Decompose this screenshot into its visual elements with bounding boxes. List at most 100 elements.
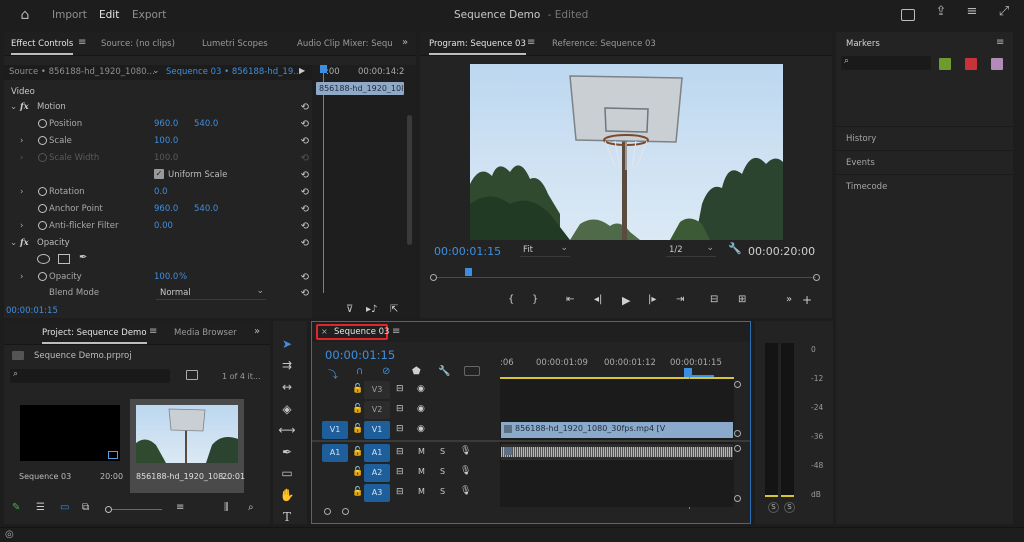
marker-color-green[interactable] — [939, 58, 951, 70]
track-target-a2[interactable]: A2 — [364, 464, 390, 482]
tab-edit[interactable]: Edit — [99, 9, 119, 21]
zoom-slider[interactable] — [105, 506, 162, 513]
resolution-select[interactable]: 1/2 ⌄ — [666, 243, 716, 257]
stopwatch-icon[interactable] — [38, 187, 47, 196]
expand-caret-icon[interactable]: ⌄ — [10, 102, 17, 112]
timeline-playhead[interactable] — [684, 368, 692, 377]
sequence-tab[interactable]: × Sequence 03 — [316, 324, 389, 340]
overflow-chevron-icon[interactable]: » — [254, 327, 260, 337]
find-icon[interactable] — [186, 370, 198, 380]
hand-tool-icon[interactable]: ✋ — [278, 486, 296, 504]
stopwatch-icon[interactable] — [38, 119, 47, 128]
fx-icon[interactable]: fx — [20, 102, 29, 112]
solo-right-button[interactable]: S — [784, 502, 795, 513]
source-patch-v1[interactable]: V1 — [322, 421, 348, 439]
solo-button[interactable]: S — [440, 447, 445, 456]
nest-icon[interactable]: ⤵ — [328, 366, 338, 381]
mute-button[interactable]: M — [418, 487, 425, 496]
reset-icon[interactable]: ⟲ — [301, 238, 309, 249]
stopwatch-icon[interactable] — [38, 221, 47, 230]
scrubber-end-cap[interactable] — [813, 274, 820, 281]
lift-icon[interactable]: ⊟ — [710, 294, 718, 305]
tab-program[interactable]: Program: Sequence 03 — [429, 39, 526, 55]
microphone-icon[interactable]: 🎙 — [460, 486, 471, 496]
reset-icon[interactable]: ⟲ — [301, 187, 309, 198]
settings-wrench-icon[interactable]: 🔧 — [728, 242, 742, 255]
play-audio-icon[interactable]: ▸♪ — [366, 304, 377, 315]
anchor-point-y[interactable]: 540.0 — [194, 204, 218, 214]
vertical-scroll-cap[interactable] — [734, 430, 741, 437]
search-icon[interactable]: ⌕ — [248, 502, 254, 513]
tab-audio-clip-mixer[interactable]: Audio Clip Mixer: Sequ — [297, 39, 393, 49]
lock-icon[interactable]: 🔓 — [352, 424, 363, 434]
expand-caret-icon[interactable]: › — [20, 187, 23, 197]
add-marker-icon[interactable]: ⬟ — [412, 366, 421, 377]
more-controls-icon[interactable]: » — [786, 294, 792, 305]
fullscreen-icon[interactable]: ⤢ — [997, 5, 1011, 18]
lock-icon[interactable]: 🔓 — [352, 447, 363, 457]
sort-icon[interactable]: ≡ — [176, 502, 184, 513]
linked-selection-icon[interactable]: ⊘ — [382, 366, 390, 377]
tab-export[interactable]: Export — [132, 9, 166, 21]
motion-row[interactable]: ⌄ fx Motion ⟲ — [4, 99, 315, 116]
track-select-tool-icon[interactable]: ⇉ — [278, 356, 296, 374]
sync-lock-icon[interactable]: ⊟ — [396, 487, 404, 497]
solo-button[interactable]: S — [440, 487, 445, 496]
automate-icon[interactable]: ⫼ — [224, 502, 229, 513]
microphone-icon[interactable]: 🎙 — [460, 446, 471, 456]
play-icon[interactable]: ▶ — [622, 294, 630, 307]
zoom-slider-thumb[interactable] — [105, 506, 112, 513]
marker-color-purple[interactable] — [991, 58, 1003, 70]
anchor-point-x[interactable]: 960.0 — [154, 204, 178, 214]
solo-button[interactable]: S — [440, 467, 445, 476]
tab-lumetri-scopes[interactable]: Lumetri Scopes — [202, 39, 268, 49]
expand-caret-icon[interactable]: › — [20, 272, 23, 282]
mini-playhead[interactable] — [320, 65, 327, 73]
panel-menu-icon[interactable]: ≡ — [78, 38, 86, 48]
play-only-icon[interactable]: ▶ — [299, 66, 305, 75]
lock-icon[interactable]: 🔓 — [352, 404, 363, 414]
home-icon[interactable]: ⌂ — [18, 8, 32, 22]
blend-mode-select[interactable]: Normal ⌄ — [156, 286, 266, 300]
selection-tool-icon[interactable]: ➤ — [278, 335, 296, 353]
audio-clip[interactable] — [501, 444, 733, 460]
close-icon[interactable]: × — [321, 327, 328, 336]
effect-controls-timecode[interactable]: 00:00:01:15 — [6, 306, 58, 316]
lock-icon[interactable]: 🔓 — [352, 467, 363, 477]
sequence-label[interactable]: Sequence 03 • 856188-hd_19... — [166, 67, 301, 77]
icon-view-icon[interactable]: ▭ — [60, 502, 69, 513]
sync-lock-icon[interactable]: ⊟ — [396, 384, 404, 394]
vertical-scroll-cap[interactable] — [734, 495, 741, 502]
freeform-view-icon[interactable]: ⧉ — [82, 502, 89, 513]
reset-icon[interactable]: ⟲ — [301, 119, 309, 130]
project-item-clip[interactable]: 856188-hd_1920_108... 20:01 — [130, 399, 245, 493]
sync-lock-icon[interactable]: ⊟ — [396, 424, 404, 434]
pen-tool-icon[interactable]: ✒ — [278, 443, 296, 461]
expand-caret-icon[interactable]: › — [20, 136, 23, 146]
scale-value[interactable]: 100.0 — [154, 136, 178, 146]
rotation-value[interactable]: 0.0 — [154, 187, 168, 197]
panel-menu-icon[interactable]: ≡ — [527, 38, 535, 48]
sync-lock-icon[interactable]: ⊟ — [396, 467, 404, 477]
extract-icon[interactable]: ⊞ — [738, 294, 746, 305]
zoom-handle-left[interactable] — [324, 508, 331, 515]
mute-button[interactable]: M — [418, 447, 425, 456]
source-dropdown-icon[interactable]: ⌄ — [152, 66, 160, 76]
fx-icon[interactable]: fx — [20, 238, 29, 248]
workspaces-icon[interactable]: ≡ — [965, 5, 979, 18]
track-target-v2[interactable]: V2 — [364, 401, 390, 419]
lock-icon[interactable]: 🔓 — [352, 487, 363, 497]
pen-mask-icon[interactable]: ✒ — [79, 252, 87, 263]
export-frame-icon[interactable]: ⇱ — [390, 304, 398, 315]
project-search-input[interactable]: ⌕ — [10, 369, 170, 383]
tab-media-browser[interactable]: Media Browser — [174, 328, 237, 338]
mark-in-icon[interactable]: { — [508, 294, 514, 305]
panel-events[interactable]: Events — [836, 150, 1013, 174]
ellipse-mask-icon[interactable] — [37, 254, 50, 264]
track-target-v3[interactable]: V3 — [364, 381, 390, 399]
overflow-chevron-icon[interactable]: » — [402, 38, 408, 48]
program-timecode[interactable]: 00:00:01:15 — [434, 245, 501, 258]
reset-icon[interactable]: ⟲ — [301, 136, 309, 147]
tab-effect-controls[interactable]: Effect Controls — [11, 39, 74, 55]
stopwatch-icon[interactable] — [38, 204, 47, 213]
